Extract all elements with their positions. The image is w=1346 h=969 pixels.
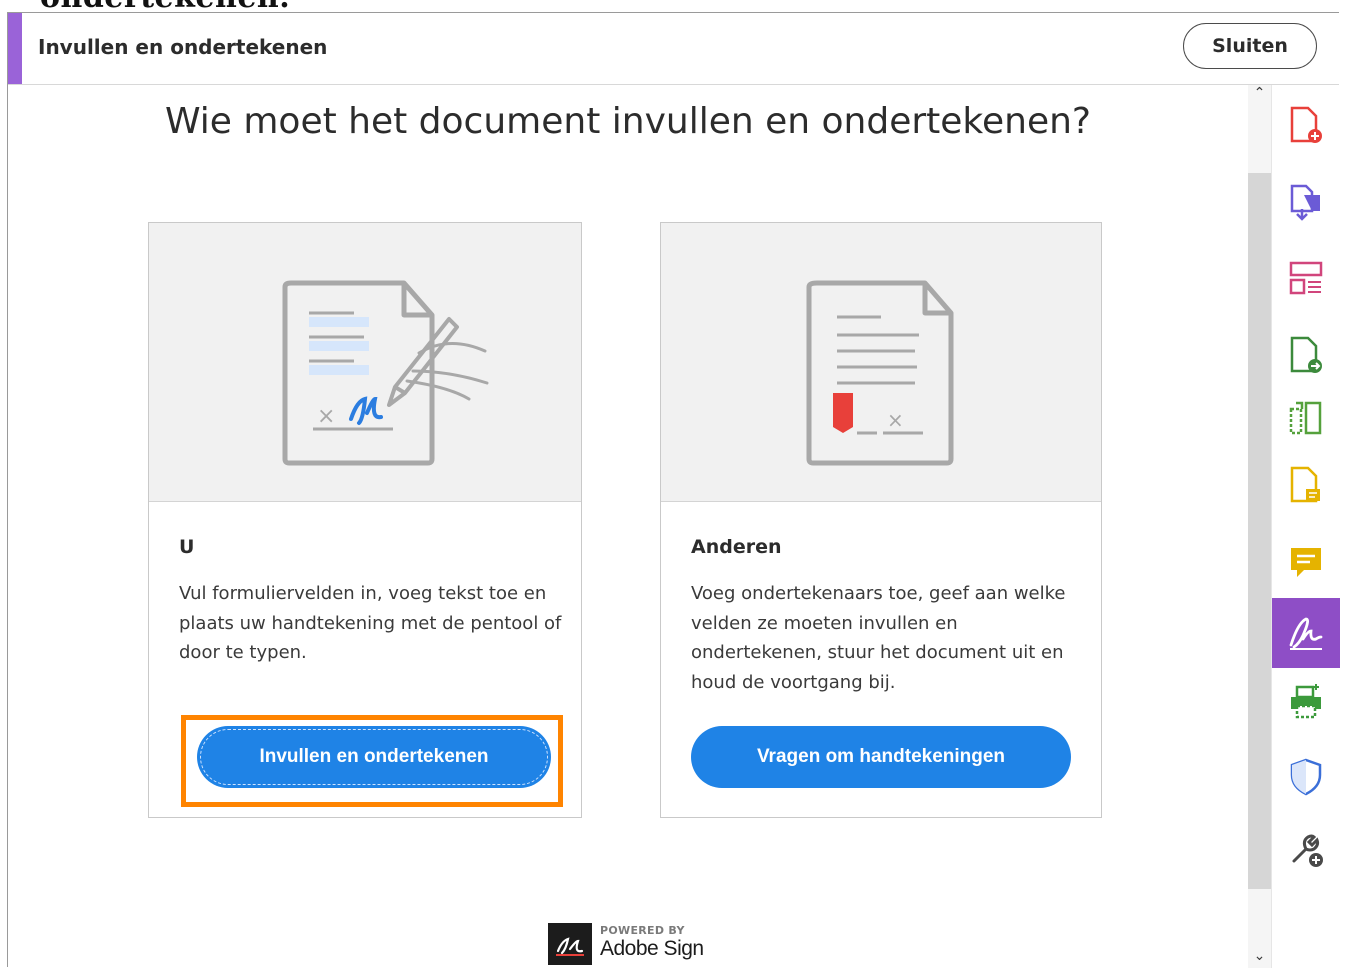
scrollbar-thumb[interactable] (1248, 173, 1271, 889)
adobe-sign-brand: Adobe Sign (600, 937, 704, 960)
header-title: Invullen en ondertekenen (38, 35, 328, 59)
fill-sign-window: Invullen en ondertekenen Sluiten Wie moe… (7, 12, 1340, 968)
card-others: × Anderen Voeg ondertekenaars toe, geef … (660, 222, 1102, 818)
adobe-sign-logo-icon (548, 923, 592, 965)
comment-icon[interactable] (1272, 530, 1340, 594)
powered-by-adobe-sign: POWERED BY Adobe Sign (548, 917, 708, 965)
fill-sign-icon[interactable] (1272, 598, 1340, 668)
svg-text:×: × (317, 404, 335, 429)
edit-pdf-icon[interactable] (1272, 247, 1340, 311)
print-production-icon[interactable] (1272, 670, 1340, 734)
main-content: Wie moet het document invullen en ondert… (8, 85, 1248, 968)
send-pdf-icon[interactable] (1272, 323, 1340, 387)
card-others-title: Anderen (691, 536, 782, 558)
tools-sidebar (1271, 85, 1340, 968)
card-self-description: Vul formuliervelden in, voeg tekst toe e… (179, 583, 562, 663)
card-others-description: Voeg ondertekenaars toe, geef aan welke … (691, 583, 1066, 693)
more-tools-icon[interactable] (1272, 817, 1340, 881)
close-button[interactable]: Sluiten (1183, 23, 1317, 69)
page-title: Wie moet het document invullen en ondert… (164, 101, 1092, 142)
vertical-scrollbar[interactable]: ⌃ ⌄ (1248, 85, 1271, 968)
powered-by-label: POWERED BY (600, 924, 685, 937)
request-signatures-button[interactable]: Vragen om handtekeningen (691, 726, 1071, 788)
create-pdf-icon[interactable] (1272, 93, 1340, 157)
scroll-up-icon[interactable]: ⌃ (1248, 85, 1271, 105)
svg-text:×: × (887, 408, 904, 432)
organize-pages-icon[interactable] (1272, 387, 1340, 451)
scroll-down-icon[interactable]: ⌄ (1248, 948, 1271, 968)
export-pdf-icon[interactable] (1272, 169, 1340, 233)
header-accent-bar (8, 13, 22, 84)
card-others-illustration: × (661, 223, 1101, 502)
card-self: × U Vul formuliervelden in, voeg tekst t… (148, 222, 582, 818)
protect-icon[interactable] (1272, 745, 1340, 809)
button-focus-outline (200, 729, 548, 785)
sign-document-illustration-icon: × (282, 280, 489, 466)
send-for-comments-icon[interactable] (1272, 453, 1340, 517)
card-self-illustration: × (149, 223, 581, 502)
request-signature-illustration-icon: × (806, 280, 954, 466)
card-self-title: U (179, 536, 195, 558)
header-bar: Invullen en ondertekenen Sluiten (8, 13, 1339, 85)
fill-and-sign-button[interactable]: Invullen en ondertekenen (197, 726, 551, 788)
